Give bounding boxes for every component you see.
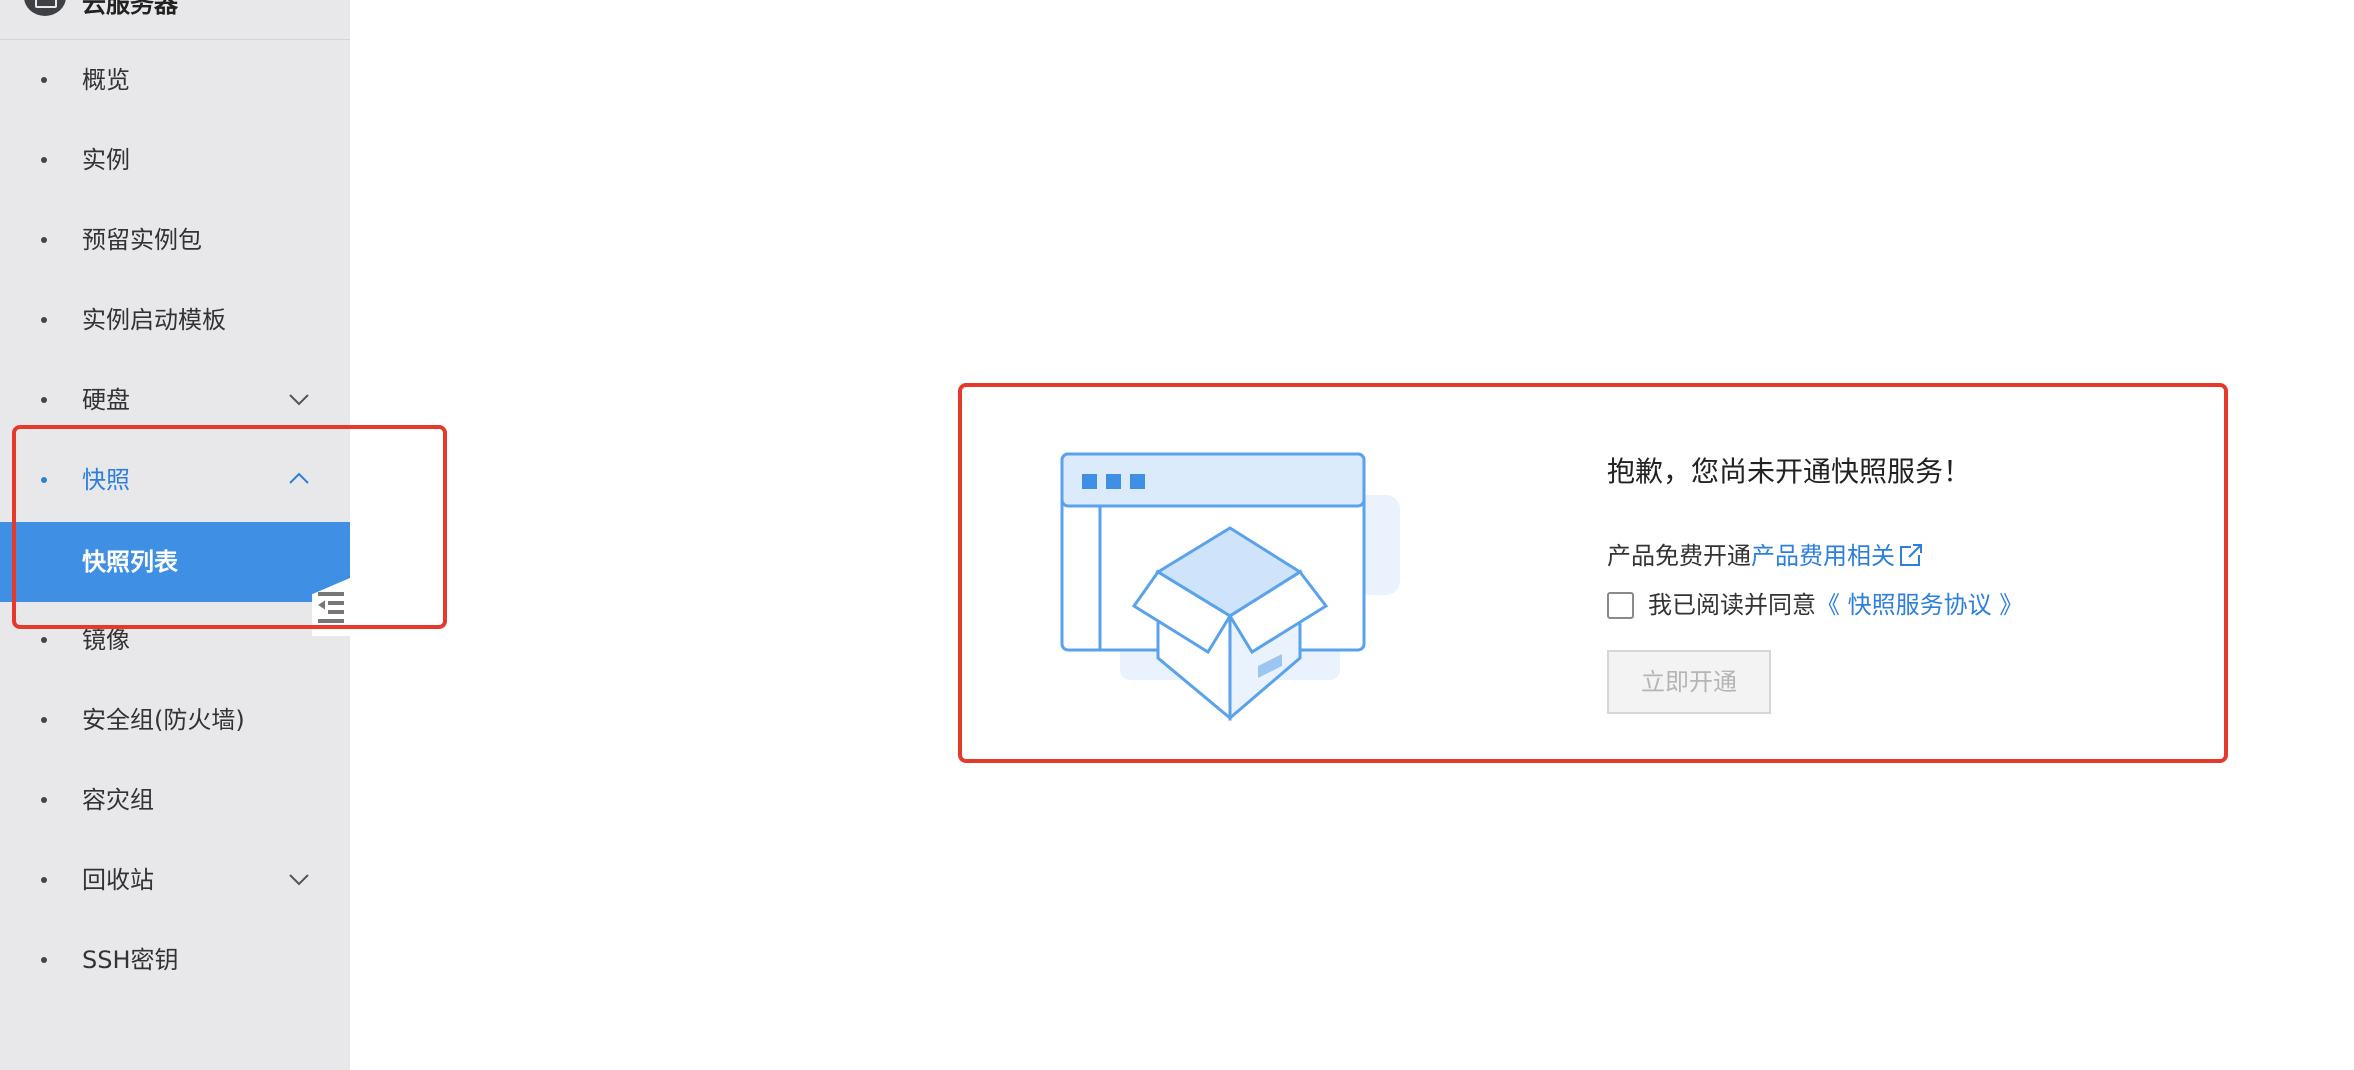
sidebar-item-label: 回收站	[82, 866, 154, 894]
external-link-icon	[1900, 543, 1923, 566]
bullet-icon	[41, 77, 47, 83]
activate-button[interactable]: 立即开通	[1607, 650, 1771, 714]
server-icon	[24, 0, 66, 16]
chevron-down-icon	[289, 874, 309, 886]
sidebar-item-security-groups[interactable]: 安全组(防火墙)	[0, 680, 350, 760]
chevron-up-icon	[289, 472, 309, 484]
sidebar-item-label: 概览	[82, 66, 130, 94]
sidebar-item-label: 容灾组	[82, 786, 154, 814]
bullet-icon	[41, 637, 47, 643]
sidebar-item-label: 预留实例包	[82, 226, 202, 254]
sidebar-item-instances[interactable]: 实例	[0, 120, 350, 200]
collapse-menu-icon	[318, 592, 344, 623]
sidebar-item-placement-groups[interactable]: 容灾组	[0, 760, 350, 840]
sidebar-item-label: 实例启动模板	[82, 306, 226, 334]
bullet-icon	[41, 477, 47, 483]
free-activation-line: 产品免费开通产品费用相关	[1607, 540, 1923, 572]
agreement-line: 我已阅读并同意《 快照服务协议 》	[1607, 589, 2023, 621]
bullet-icon	[41, 797, 47, 803]
sidebar-item-label: SSH密钥	[82, 946, 179, 974]
sidebar-header: 云服务器	[0, 0, 350, 40]
page-title: 抱歉，您尚未开通快照服务！	[1607, 455, 1972, 488]
chevron-down-icon	[289, 394, 309, 406]
sidebar-item-label: 快照	[82, 466, 130, 494]
sidebar-item-snapshots[interactable]: 快照	[0, 440, 350, 520]
sidebar-subitem-label: 快照列表	[82, 548, 178, 576]
free-activation-text: 产品免费开通	[1607, 542, 1751, 570]
bullet-icon	[41, 157, 47, 163]
empty-box-illustration	[1060, 452, 1400, 722]
agreement-text: 我已阅读并同意	[1648, 591, 1816, 619]
sidebar: 云服务器 概览 实例 预留实例包 实例启动模板 硬盘 快照 镜像 安全组(防火墙…	[0, 0, 350, 1070]
fee-info-link-label: 产品费用相关	[1751, 542, 1895, 570]
sidebar-item-images[interactable]: 镜像	[0, 600, 350, 680]
bullet-icon	[41, 237, 47, 243]
sidebar-item-recycle-bin[interactable]: 回收站	[0, 840, 350, 920]
sidebar-item-label: 实例	[82, 146, 130, 174]
agreement-checkbox[interactable]	[1607, 592, 1634, 619]
bullet-icon	[41, 397, 47, 403]
sidebar-subitem-snapshot-list[interactable]: 快照列表	[0, 522, 350, 602]
bullet-icon	[41, 317, 47, 323]
sidebar-item-launch-templates[interactable]: 实例启动模板	[0, 280, 350, 360]
agreement-link[interactable]: 《 快照服务协议 》	[1816, 591, 2023, 619]
sidebar-item-ssh-keys[interactable]: SSH密钥	[0, 920, 350, 1000]
sidebar-item-label: 安全组(防火墙)	[82, 706, 245, 734]
sidebar-item-disks[interactable]: 硬盘	[0, 360, 350, 440]
sidebar-item-reserved-instances[interactable]: 预留实例包	[0, 200, 350, 280]
fee-info-link[interactable]: 产品费用相关	[1751, 542, 1923, 570]
bullet-icon	[41, 877, 47, 883]
sidebar-item-overview[interactable]: 概览	[0, 40, 350, 120]
bullet-icon	[41, 717, 47, 723]
bullet-icon	[41, 957, 47, 963]
sidebar-title: 云服务器	[82, 0, 178, 18]
sidebar-item-label: 镜像	[82, 626, 130, 654]
sidebar-item-label: 硬盘	[82, 386, 130, 414]
